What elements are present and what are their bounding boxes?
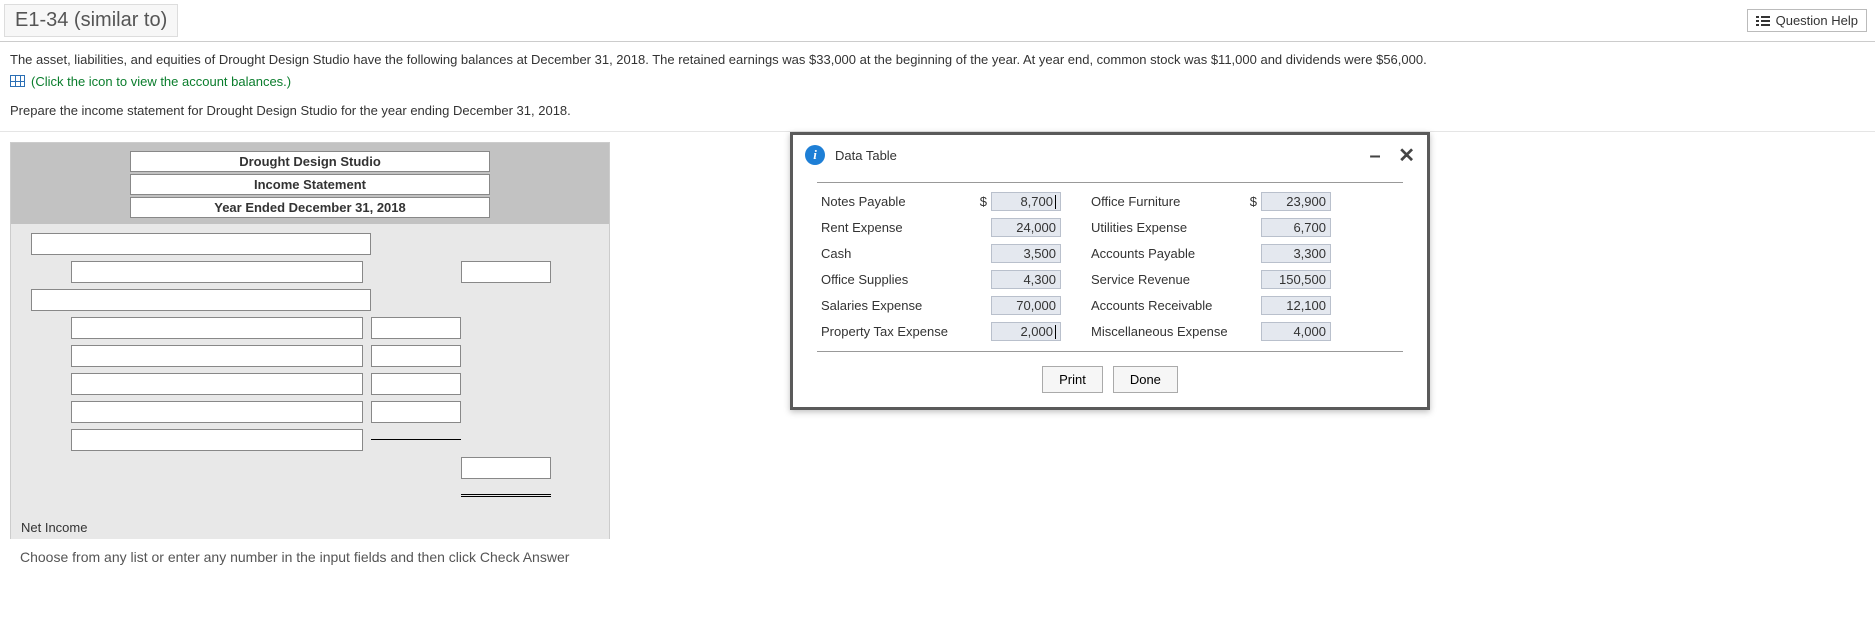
prompt-text: The asset, liabilities, and equities of … (10, 50, 1865, 70)
table-row: Rent Expense 24,000 Utilities Expense 6,… (821, 215, 1399, 241)
ws-line-label[interactable] (71, 317, 363, 339)
table-row: Cash 3,500 Accounts Payable 3,300 (821, 241, 1399, 267)
list-icon (1756, 15, 1770, 27)
table-row: Notes Payable $ 8,700 Office Furniture $… (821, 189, 1399, 215)
done-button[interactable]: Done (1113, 366, 1178, 393)
footer-hint: Choose from any list or enter any number… (10, 539, 1875, 575)
ws-total-amount[interactable] (461, 457, 551, 479)
ws-section-label-1[interactable] (31, 233, 371, 255)
minimize-icon[interactable]: – (1369, 145, 1380, 167)
print-button[interactable]: Print (1042, 366, 1103, 393)
single-underline (371, 439, 461, 441)
text-cursor-icon (1055, 325, 1056, 339)
data-table-content: Notes Payable $ 8,700 Office Furniture $… (817, 182, 1403, 352)
ws-line-label[interactable] (71, 373, 363, 395)
text-cursor-icon (1055, 195, 1056, 209)
question-header: E1-34 (similar to) Question Help (0, 0, 1875, 42)
popup-title: Data Table (835, 148, 897, 163)
ws-amount[interactable] (461, 261, 551, 283)
income-statement-worksheet: Drought Design Studio Income Statement Y… (10, 142, 610, 539)
ws-line-label[interactable] (71, 401, 363, 423)
double-underline (461, 494, 551, 498)
table-row: Office Supplies 4,300 Service Revenue 15… (821, 267, 1399, 293)
question-help-button[interactable]: Question Help (1747, 9, 1867, 32)
ws-period: Year Ended December 31, 2018 (130, 197, 490, 218)
question-help-label: Question Help (1776, 13, 1858, 28)
net-income-label: Net Income (11, 516, 609, 539)
question-prompt: The asset, liabilities, and equities of … (0, 42, 1875, 132)
ws-amount[interactable] (371, 373, 461, 395)
ws-line-label[interactable] (71, 345, 363, 367)
info-icon: i (805, 145, 825, 165)
table-row: Salaries Expense 70,000 Accounts Receiva… (821, 293, 1399, 319)
data-table-popup: i Data Table – ✕ Notes Payable $ 8,700 O… (790, 132, 1430, 410)
ws-section-label-2[interactable] (31, 289, 371, 311)
ws-amount[interactable] (371, 401, 461, 423)
question-title: E1-34 (similar to) (4, 4, 178, 37)
table-row: Property Tax Expense 2,000 Miscellaneous… (821, 319, 1399, 345)
ws-company: Drought Design Studio (130, 151, 490, 172)
data-table-open-icon[interactable] (10, 75, 25, 87)
ws-amount[interactable] (371, 317, 461, 339)
ws-amount[interactable] (371, 345, 461, 367)
ws-report: Income Statement (130, 174, 490, 195)
ws-line-label[interactable] (71, 261, 363, 283)
view-balances-link[interactable]: (Click the icon to view the account bala… (31, 72, 291, 92)
close-icon[interactable]: ✕ (1398, 145, 1415, 167)
ws-line-label[interactable] (71, 429, 363, 451)
instruction-text: Prepare the income statement for Drought… (10, 101, 1865, 121)
